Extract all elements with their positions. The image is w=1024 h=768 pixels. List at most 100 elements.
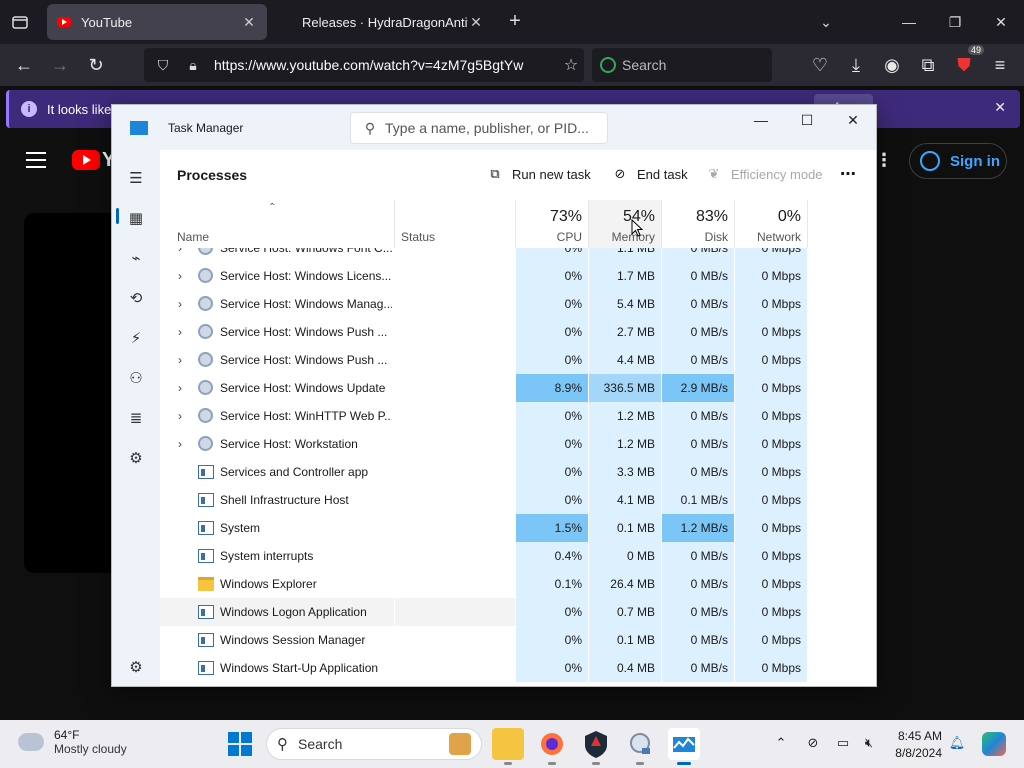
- table-row[interactable]: Windows Start-Up Application 0% 0.4 MB 0 MB…: [160, 654, 876, 682]
- restore-button[interactable]: ❐: [932, 0, 978, 44]
- hamburger-menu-icon[interactable]: ☰: [124, 166, 148, 190]
- hydradragon-app-icon[interactable]: [580, 728, 612, 765]
- start-button[interactable]: [228, 732, 252, 756]
- column-header-cpu[interactable]: 73% CPU: [516, 200, 589, 248]
- extensions-icon[interactable]: ⧉: [914, 52, 942, 78]
- process-name-cell[interactable]: › Service Host: Windows Licens...: [160, 262, 394, 290]
- more-options-icon[interactable]: ⋯: [840, 164, 856, 184]
- control-panel-app-icon[interactable]: [624, 728, 656, 765]
- table-row[interactable]: › Service Host: Windows Licens... 0% 1.7 MB…: [160, 262, 876, 290]
- process-name-cell[interactable]: › Service Host: Windows Push ...: [160, 318, 394, 346]
- column-header-name-area[interactable]: [160, 200, 395, 248]
- table-row[interactable]: Shell Infrastructure Host 0% 4.1 MB 0.1 MB/…: [160, 486, 876, 514]
- process-name-cell[interactable]: › Service Host: Windows Manag...: [160, 290, 394, 318]
- table-row[interactable]: › Service Host: Windows Manag... 0% 5.4 MB 0…: [160, 290, 876, 318]
- process-name-cell[interactable]: Windows Explorer: [160, 570, 394, 598]
- tab-youtube[interactable]: YouTube ✕: [47, 4, 267, 40]
- forward-button[interactable]: →: [46, 52, 74, 78]
- chevron-right-icon[interactable]: ›: [178, 290, 188, 318]
- table-row[interactable]: Windows Explorer 0.1% 26.4 MB 0 MB/s 0 Mbps: [160, 570, 876, 598]
- search-bar[interactable]: Search: [592, 48, 772, 82]
- process-name-cell[interactable]: Services and Controller app: [160, 458, 394, 486]
- downloads-icon[interactable]: ⤓: [842, 52, 870, 78]
- copilot-icon[interactable]: [982, 732, 1006, 756]
- close-tab-icon[interactable]: ✕: [241, 14, 257, 31]
- youtube-menu-icon[interactable]: [26, 152, 46, 168]
- process-name-cell[interactable]: › Service Host: WinHTTP Web P...: [160, 402, 394, 430]
- table-row[interactable]: › Service Host: Workstation 0% 1.2 MB 0 MB/s…: [160, 430, 876, 458]
- more-options-icon[interactable]: ⋮: [875, 150, 893, 171]
- minimize-button[interactable]: —: [738, 105, 784, 135]
- chevron-right-icon[interactable]: ›: [178, 430, 188, 458]
- performance-icon[interactable]: ⌁: [124, 246, 148, 270]
- weather-widget[interactable]: 64°F Mostly cloudy: [16, 727, 127, 756]
- column-header-status-area[interactable]: [395, 200, 516, 248]
- process-search-input[interactable]: ⚲ Type a name, publisher, or PID...: [350, 112, 608, 144]
- users-icon[interactable]: ⚇: [124, 366, 148, 390]
- table-row[interactable]: Services and Controller app 0% 3.3 MB 0 MB/…: [160, 458, 876, 486]
- process-name-cell[interactable]: Shell Infrastructure Host: [160, 486, 394, 514]
- chevron-right-icon[interactable]: ›: [178, 262, 188, 290]
- bookmark-star-icon[interactable]: ☆: [558, 55, 584, 75]
- chevron-right-icon[interactable]: ›: [178, 402, 188, 430]
- chevron-right-icon[interactable]: ›: [178, 374, 188, 402]
- notification-bell-icon[interactable]: 🔔︎: [948, 734, 966, 752]
- new-tab-button[interactable]: +: [504, 10, 526, 32]
- chevron-right-icon[interactable]: ›: [178, 346, 188, 374]
- list-all-tabs-icon[interactable]: [8, 10, 32, 34]
- tracking-protection-icon[interactable]: ⛉: [152, 57, 174, 74]
- close-button[interactable]: ✕: [830, 105, 876, 135]
- table-row[interactable]: › Service Host: Windows Push ... 0% 4.4 MB 0…: [160, 346, 876, 374]
- chevron-right-icon[interactable]: ›: [178, 248, 188, 262]
- processes-icon[interactable]: ▦: [124, 206, 148, 230]
- maximize-button[interactable]: ☐: [784, 105, 830, 135]
- process-name-cell[interactable]: › Service Host: Workstation: [160, 430, 394, 458]
- process-name-cell[interactable]: System interrupts: [160, 542, 394, 570]
- tab-releases[interactable]: Releases · HydraDragonAntivirus ✕: [272, 4, 494, 40]
- column-header-network[interactable]: 0% Network: [735, 200, 808, 248]
- firefox-app-icon[interactable]: [536, 728, 568, 765]
- table-row[interactable]: › Service Host: Windows Update 8.9% 336.5 M…: [160, 374, 876, 402]
- startup-apps-icon[interactable]: ⚡︎: [124, 326, 148, 350]
- column-header-disk[interactable]: 83% Disk: [662, 200, 735, 248]
- close-icon[interactable]: ✕: [994, 99, 1006, 116]
- task-manager-taskbar-icon[interactable]: [668, 728, 700, 765]
- table-row[interactable]: › Service Host: Windows Font C... 0% 1.1 MB…: [160, 248, 876, 262]
- process-name-cell[interactable]: › Service Host: Windows Font C...: [160, 248, 394, 262]
- run-new-task-button[interactable]: ⧉ Run new task: [486, 166, 590, 182]
- process-name-cell[interactable]: › Service Host: Windows Update: [160, 374, 394, 402]
- chevron-right-icon[interactable]: ›: [178, 318, 188, 346]
- process-name-cell[interactable]: System: [160, 514, 394, 542]
- lock-icon[interactable]: 🔒︎: [182, 57, 204, 74]
- video-player[interactable]: [24, 213, 124, 573]
- table-row[interactable]: Windows Session Manager 0% 0.1 MB 0 MB/s 0 M…: [160, 626, 876, 654]
- column-header-memory[interactable]: 54% Memory: [589, 200, 662, 248]
- close-window-button[interactable]: ✕: [978, 0, 1024, 44]
- minimize-button[interactable]: —: [886, 0, 932, 44]
- details-icon[interactable]: ≣: [124, 406, 148, 430]
- end-task-button[interactable]: ⊘ End task: [611, 166, 688, 182]
- back-button[interactable]: ←: [10, 52, 38, 78]
- process-name-cell[interactable]: Windows Start-Up Application: [160, 654, 394, 682]
- table-row[interactable]: System 1.5% 0.1 MB 1.2 MB/s 0 Mbps: [160, 514, 876, 542]
- network-disconnected-icon[interactable]: ⊘: [804, 734, 822, 752]
- sign-in-button[interactable]: Sign in: [909, 143, 1007, 179]
- process-name-cell[interactable]: Windows Logon Application: [160, 598, 394, 626]
- table-row[interactable]: Windows Logon Application 0% 0.7 MB 0 MB/s 0…: [160, 598, 876, 626]
- settings-icon[interactable]: ⚙: [124, 655, 148, 679]
- services-icon[interactable]: ⚙︎: [124, 446, 148, 470]
- close-tab-icon[interactable]: ✕: [468, 14, 484, 31]
- youtube-logo-icon[interactable]: [72, 150, 100, 170]
- pocket-icon[interactable]: ♡: [806, 52, 834, 78]
- address-bar[interactable]: ⛉ 🔒︎ https://www.youtube.com/watch?v=4zM…: [144, 48, 584, 82]
- system-clock[interactable]: 8:45 AM 8/8/2024: [880, 728, 942, 762]
- table-row[interactable]: › Service Host: Windows Push ... 0% 2.7 MB 0…: [160, 318, 876, 346]
- show-hidden-icons-chevron-up-icon[interactable]: ⌃: [772, 734, 790, 752]
- table-row[interactable]: › Service Host: WinHTTP Web P... 0% 1.2 MB 0…: [160, 402, 876, 430]
- efficiency-mode-button[interactable]: ❦ Efficiency mode: [705, 166, 823, 182]
- reload-button[interactable]: ↻: [82, 52, 110, 78]
- table-row[interactable]: System interrupts 0.4% 0 MB 0 MB/s 0 Mbps: [160, 542, 876, 570]
- file-explorer-app-icon[interactable]: [492, 728, 524, 765]
- search-engine-icon[interactable]: [600, 57, 616, 73]
- process-name-cell[interactable]: › Service Host: Windows Push ...: [160, 346, 394, 374]
